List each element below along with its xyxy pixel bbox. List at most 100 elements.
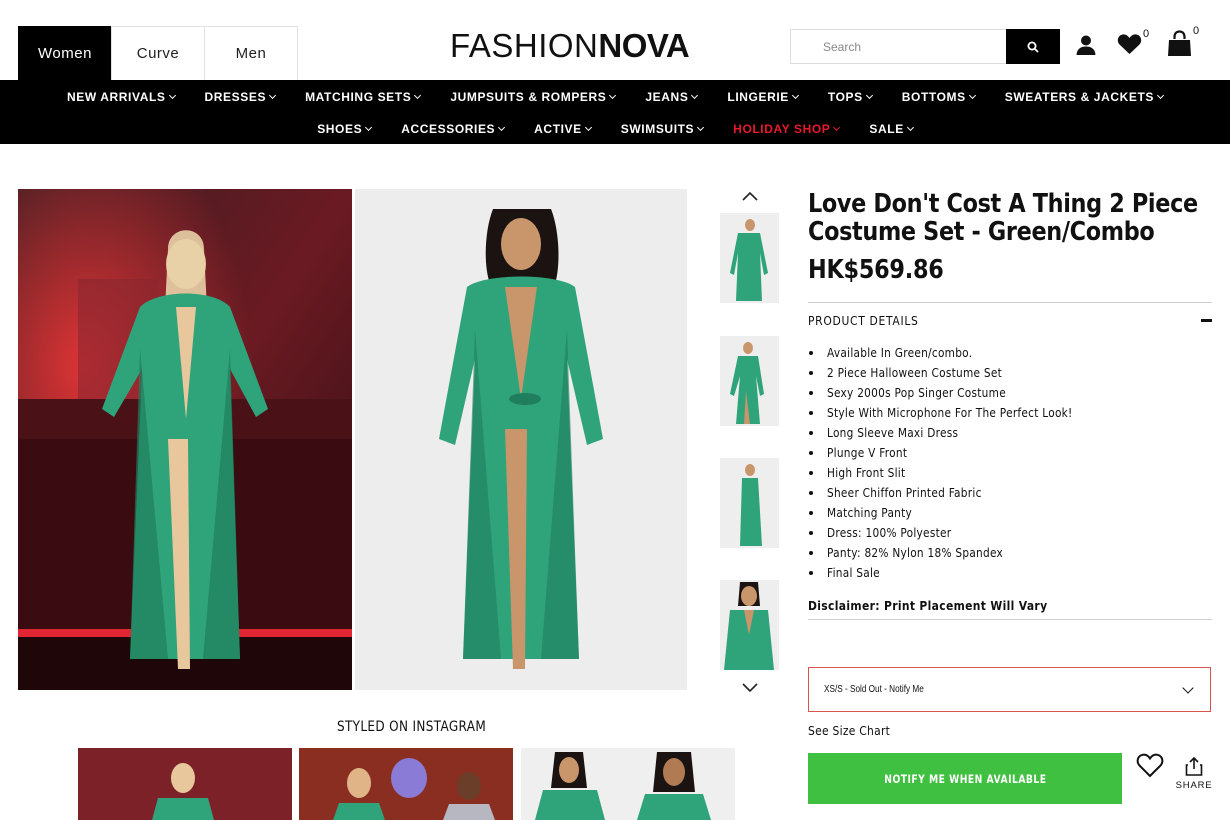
thumbnail-4[interactable] [720,580,779,670]
nav-lingerie[interactable]: LINGERIE [712,88,812,105]
search-button[interactable] [1006,29,1060,64]
nav-label: MATCHING SETS [305,89,412,104]
logo-text-light: FASHION [450,27,599,64]
collapse-icon [1201,319,1212,322]
divider [808,619,1212,620]
nav-label: LINGERIE [727,89,789,104]
cart-count: 0 [1193,25,1200,37]
gender-tabs: Women Curve Men [18,26,298,80]
chevron-down-icon [1156,91,1165,99]
divider [808,302,1212,303]
nav-bottoms[interactable]: BOTTOMS [887,88,990,105]
nav-label: JEANS [645,89,689,104]
tab-curve[interactable]: Curve [111,26,205,80]
product-image-lifestyle[interactable] [18,189,352,690]
chevron-down-icon [365,123,373,131]
product-details-toggle[interactable]: PRODUCT DETAILS [808,313,1212,328]
nav-accessories[interactable]: ACCESSORIES [386,120,519,137]
chevron-down-icon [791,91,799,99]
account-button[interactable] [1075,34,1097,56]
nav-active[interactable]: ACTIVE [519,120,606,137]
thumbnail-3[interactable] [720,458,779,548]
nav-label: HOLIDAY SHOP [733,121,831,136]
list-item: Style With Microphone For The Perfect Lo… [808,403,1106,423]
nav-label: BOTTOMS [901,89,966,104]
nav-jeans[interactable]: JEANS [630,88,712,105]
list-item: Matching Panty [808,503,1106,523]
chevron-down-icon [269,91,277,99]
list-item: Sexy 2000s Pop Singer Costume [808,383,1106,403]
nav-sweaters-jackets[interactable]: SWEATERS & JACKETS [990,88,1178,105]
instagram-post-3[interactable] [521,748,735,820]
cart-button[interactable]: 0 [1167,25,1199,57]
list-item: Available In Green/combo. [808,343,1106,363]
product-details-list: Available In Green/combo. 2 Piece Hallow… [808,343,1106,583]
chevron-down-icon [168,91,176,99]
nav-sale[interactable]: SALE [854,120,927,137]
list-item: Plunge V Front [808,443,1106,463]
nav-row-2: SHOES ACCESSORIES ACTIVE SWIMSUITS HOLID… [0,120,1230,137]
tab-women[interactable]: Women [18,26,112,80]
list-item: 2 Piece Halloween Costume Set [808,363,1106,383]
nav-tops[interactable]: TOPS [813,88,887,105]
logo-text-bold: NOVA [598,27,690,64]
nav-label: DRESSES [204,89,267,104]
user-icon [1076,35,1096,55]
size-chart-link[interactable]: See Size Chart [808,723,890,738]
nav-dresses[interactable]: DRESSES [190,88,291,105]
list-item: High Front Slit [808,463,1106,483]
instagram-heading: STYLED ON INSTAGRAM [337,719,487,735]
wishlist-button[interactable]: 0 [1117,28,1149,55]
nav-label: TOPS [827,89,863,104]
thumbnail-1[interactable] [720,213,779,303]
nav-label: NEW ARRIVALS [66,89,166,104]
nav-new-arrivals[interactable]: NEW ARRIVALS [52,88,190,105]
add-to-wishlist-button[interactable] [1136,752,1164,780]
thumbnail-2[interactable] [720,336,779,426]
size-select-value: XS/S - Sold Out - Notify Me [824,684,924,695]
list-item: Sheer Chiffon Printed Fabric [808,483,1106,503]
nav-jumpsuits-rompers[interactable]: JUMPSUITS & ROMPERS [435,88,630,105]
nav-label: JUMPSUITS & ROMPERS [450,89,607,104]
thumbnail-up-button[interactable] [741,188,759,206]
notify-me-button[interactable]: NOTIFY ME WHEN AVAILABLE [808,753,1122,804]
nav-label: SHOES [317,121,363,136]
chevron-down-icon [498,123,506,131]
nav-holiday-shop[interactable]: HOLIDAY SHOP [718,120,854,137]
chevron-down-icon [414,91,422,99]
product-title: Love Don't Cost A Thing 2 Piece Costume … [808,189,1198,247]
notify-me-label: NOTIFY ME WHEN AVAILABLE [883,771,1047,786]
search-icon [1027,41,1039,53]
site-logo[interactable]: FASHION NOVA [450,26,690,66]
product-image-studio[interactable] [355,189,687,690]
nav-matching-sets[interactable]: MATCHING SETS [290,88,435,105]
share-button[interactable]: SHARE [1176,756,1212,796]
chevron-down-icon [584,123,592,131]
instagram-post-1[interactable] [78,748,292,820]
thumbnail-down-button[interactable] [741,678,759,696]
nav-label: ACTIVE [534,121,582,136]
nav-row-1: NEW ARRIVALS DRESSES MATCHING SETS JUMPS… [0,88,1230,105]
shopping-bag-icon [1168,30,1191,56]
list-item: Panty: 82% Nylon 18% Spandex [808,543,1106,563]
instagram-post-2[interactable] [299,748,513,820]
tab-men[interactable]: Men [204,26,298,80]
size-select[interactable]: XS/S - Sold Out - Notify Me [808,667,1211,712]
search-input[interactable] [790,29,1006,64]
chevron-up-icon [742,191,758,201]
chevron-down-icon [742,683,758,693]
product-details-heading: PRODUCT DETAILS [808,313,919,328]
wishlist-count: 0 [1143,28,1150,40]
nav-shoes[interactable]: SHOES [302,120,386,137]
search-bar [790,29,1060,64]
chevron-down-icon [906,123,914,131]
chevron-down-icon [697,123,705,131]
heart-icon [1117,34,1142,54]
nav-swimsuits[interactable]: SWIMSUITS [606,120,718,137]
nav-label: SWIMSUITS [620,121,695,136]
chevron-down-icon [609,91,617,99]
chevron-down-icon [865,91,873,99]
heart-outline-icon [1136,753,1164,778]
share-icon [1185,756,1203,776]
list-item: Dress: 100% Polyester [808,523,1106,543]
